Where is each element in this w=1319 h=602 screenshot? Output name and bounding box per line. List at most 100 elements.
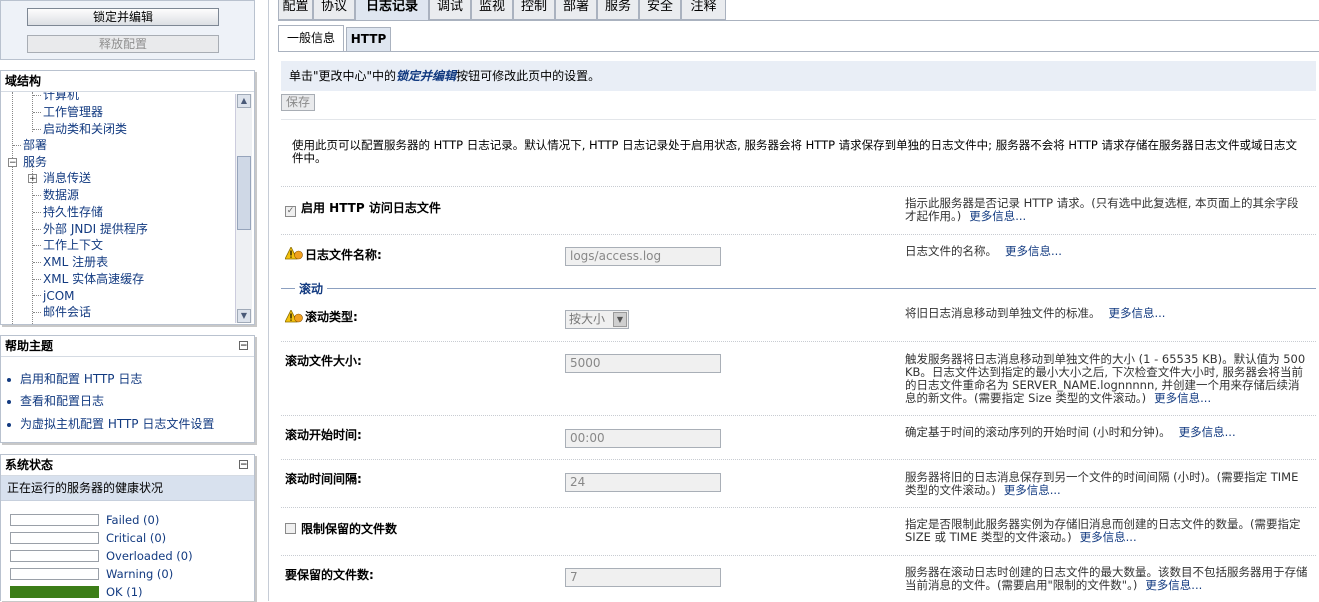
limit-retained-files-desc: 指定是否限制此服务器实例为存储旧消息而创建的日志文件的数量。(需要指定 SIZE… <box>905 518 1309 544</box>
rotation-file-size-label: 滚动文件大小: <box>285 354 362 368</box>
tab-services[interactable]: 服务 <box>597 0 639 20</box>
status-bar <box>10 532 99 544</box>
tree-item-deployments[interactable]: 部署 <box>23 137 47 153</box>
desc-text: 日志文件的名称。 <box>905 244 997 258</box>
help-link-label[interactable]: 查看和配置日志 <box>20 394 104 408</box>
rotation-type-select[interactable]: 按大小 ▼ <box>565 310 629 329</box>
rotation-section-header: 滚动 <box>281 280 1316 297</box>
rotation-start-time-desc: 确定基于时间的滚动序列的开始时间 (小时和分钟)。 更多信息... <box>905 426 1309 439</box>
collapse-services-icon[interactable]: − <box>8 158 17 168</box>
collapse-icon[interactable]: − <box>239 460 248 470</box>
scroll-down-icon[interactable]: ▼ <box>237 309 251 323</box>
bullet-icon <box>7 399 11 404</box>
status-link-warning[interactable]: Warning (0) <box>106 567 173 581</box>
tree-item-work-managers[interactable]: 工作管理器 <box>43 104 103 120</box>
edit-notice: 单击"更改中心"中的锁定并编辑按钮可修改此页中的设置。 <box>281 61 1316 91</box>
page-description: 使用此页可以配置服务器的 HTTP 日志记录。默认情况下, HTTP 日志记录处… <box>292 138 1297 165</box>
log-file-name-input[interactable]: logs/access.log <box>565 247 721 266</box>
enable-http-log-desc: 指示此服务器是否记录 HTTP 请求。(只有选中此复选框, 本页面上的其余字段才… <box>905 197 1309 223</box>
subtab-http[interactable]: HTTP <box>346 27 391 51</box>
save-button[interactable]: 保存 <box>281 94 315 111</box>
rotation-interval-input[interactable]: 24 <box>565 473 721 492</box>
more-info-link[interactable]: 更多信息... <box>969 209 1026 223</box>
help-link-virtual-host-log[interactable]: 为虚拟主机配置 HTTP 日志文件设置 <box>7 415 214 432</box>
rotation-section-title: 滚动 <box>295 280 328 297</box>
scroll-up-icon[interactable]: ▲ <box>237 94 251 108</box>
tree-item-xml-entity-caches[interactable]: XML 实体高速缓存 <box>43 271 144 287</box>
rotation-type-value: 按大小 <box>569 312 606 326</box>
row-files-to-retain: 要保留的文件数: 7 服务器在滚动日志时创建的日志文件的最大数量。该数目不包括服… <box>281 555 1316 602</box>
subtab-general[interactable]: 一般信息 <box>278 25 344 51</box>
more-info-link[interactable]: 更多信息... <box>1004 483 1061 497</box>
tree-item-jcom[interactable]: jCOM <box>43 288 75 304</box>
status-link-ok[interactable]: OK (1) <box>106 585 143 599</box>
row-rotation-interval: 滚动时间间隔: 24 服务器将旧的日志消息保存到另一个文件的时间间隔 (小时)。… <box>281 459 1316 508</box>
scroll-thumb[interactable] <box>237 156 251 230</box>
column-divider <box>268 0 269 601</box>
help-topics-title: 帮助主题 − <box>1 336 254 357</box>
tab-monitoring[interactable]: 监视 <box>471 0 513 20</box>
tree-item-mail-sessions[interactable]: 邮件会话 <box>43 304 91 320</box>
status-link-failed[interactable]: Failed (0) <box>106 513 159 527</box>
tree-item-startup-shutdown[interactable]: 启动类和关闭类 <box>43 121 127 137</box>
rotation-file-size-desc: 触发服务器将日志消息移动到单独文件的大小 (1 - 65535 KB)。默认值为… <box>905 353 1309 405</box>
warning-icon <box>285 247 303 260</box>
status-bar <box>10 550 99 562</box>
release-configuration-button[interactable]: 释放配置 <box>27 35 219 53</box>
expand-messaging-icon[interactable]: + <box>28 174 37 184</box>
bullet-icon <box>7 377 11 382</box>
help-link-view-logs[interactable]: 查看和配置日志 <box>7 392 104 409</box>
help-link-enable-http-log[interactable]: 启用和配置 HTTP 日志 <box>7 370 142 387</box>
tree-scrollbar[interactable]: ▲ ▼ <box>235 94 252 323</box>
rotation-file-size-input[interactable]: 5000 <box>565 354 721 373</box>
more-info-link[interactable]: 更多信息... <box>1179 425 1236 439</box>
warning-icon <box>285 310 303 323</box>
tab-protocols[interactable]: 协议 <box>313 0 355 20</box>
row-enable-http-log: ✓ 启用 HTTP 访问日志文件 指示此服务器是否记录 HTTP 请求。(只有选中… <box>281 186 1316 235</box>
tree-item-machines[interactable]: 计算机 <box>43 92 79 103</box>
tree-item-xml-registries[interactable]: XML 注册表 <box>43 254 108 270</box>
more-info-link[interactable]: 更多信息... <box>1109 306 1166 320</box>
collapse-icon[interactable]: − <box>239 341 248 351</box>
help-link-label[interactable]: 为虚拟主机配置 HTTP 日志文件设置 <box>20 417 214 431</box>
files-to-retain-input[interactable]: 7 <box>565 568 721 587</box>
tree-item-messaging[interactable]: 消息传送 <box>43 170 91 186</box>
status-link-overloaded[interactable]: Overloaded (0) <box>106 549 193 563</box>
row-rotation-type: 滚动类型: 按大小 ▼ 将旧日志消息移动到单独文件的标准。 更多信息... <box>281 297 1316 341</box>
limit-retained-files-text: 限制保留的文件数 <box>301 522 398 536</box>
help-link-label[interactable]: 启用和配置 HTTP 日志 <box>20 372 142 386</box>
tab-debug[interactable]: 调试 <box>429 0 471 20</box>
tree-item-work-contexts[interactable]: 工作上下文 <box>43 237 103 253</box>
enable-http-log-checkbox[interactable]: ✓ <box>285 206 296 217</box>
notice-prefix: 单击"更改中心"中的 <box>289 69 397 83</box>
more-info-link[interactable]: 更多信息... <box>1005 244 1062 258</box>
desc-text: 指示此服务器是否记录 HTTP 请求。(只有选中此复选框, 本页面上的其余字段才… <box>905 196 1299 223</box>
tab-security[interactable]: 安全 <box>639 0 681 20</box>
rotation-start-time-label: 滚动开始时间: <box>285 428 362 442</box>
more-info-link[interactable]: 更多信息... <box>1080 530 1137 544</box>
domain-structure-panel: 域结构 − + 计算机 工作管理器 启动类和关闭类 部署 服务 消息传送 数据源… <box>0 70 255 325</box>
tab-control[interactable]: 控制 <box>513 0 555 20</box>
notice-lock-link[interactable]: 锁定并编辑 <box>396 69 456 83</box>
log-file-name-label: 日志文件名称: <box>305 248 382 262</box>
tree-item-persistent-stores[interactable]: 持久性存储 <box>43 204 103 220</box>
domain-structure-title: 域结构 <box>1 71 254 92</box>
tab-deployments[interactable]: 部署 <box>555 0 597 20</box>
desc-text: 触发服务器将日志消息移动到单独文件的大小 (1 - 65535 KB)。默认值为… <box>905 352 1306 405</box>
tree-item-foreign-jndi[interactable]: 外部 JNDI 提供程序 <box>43 221 148 237</box>
lock-and-edit-button[interactable]: 锁定并编辑 <box>27 8 219 26</box>
change-center-panel: 锁定并编辑 释放配置 <box>0 0 255 60</box>
limit-retained-files-checkbox[interactable] <box>285 523 296 534</box>
tab-configuration[interactable]: 配置 <box>278 0 313 20</box>
rotation-start-time-input[interactable]: 00:00 <box>565 429 721 448</box>
domain-tree: − + 计算机 工作管理器 启动类和关闭类 部署 服务 消息传送 数据源 持久性… <box>1 92 237 324</box>
tree-item-data-sources[interactable]: 数据源 <box>43 187 79 203</box>
dropdown-arrow-icon[interactable]: ▼ <box>613 312 627 327</box>
more-info-link[interactable]: 更多信息... <box>1154 391 1211 405</box>
tab-notes[interactable]: 注释 <box>681 0 726 20</box>
status-bar <box>10 514 99 526</box>
tab-logging[interactable]: 日志记录 <box>355 0 429 21</box>
tree-item-services[interactable]: 服务 <box>23 154 47 170</box>
more-info-link[interactable]: 更多信息... <box>1145 578 1202 592</box>
status-link-critical[interactable]: Critical (0) <box>106 531 166 545</box>
